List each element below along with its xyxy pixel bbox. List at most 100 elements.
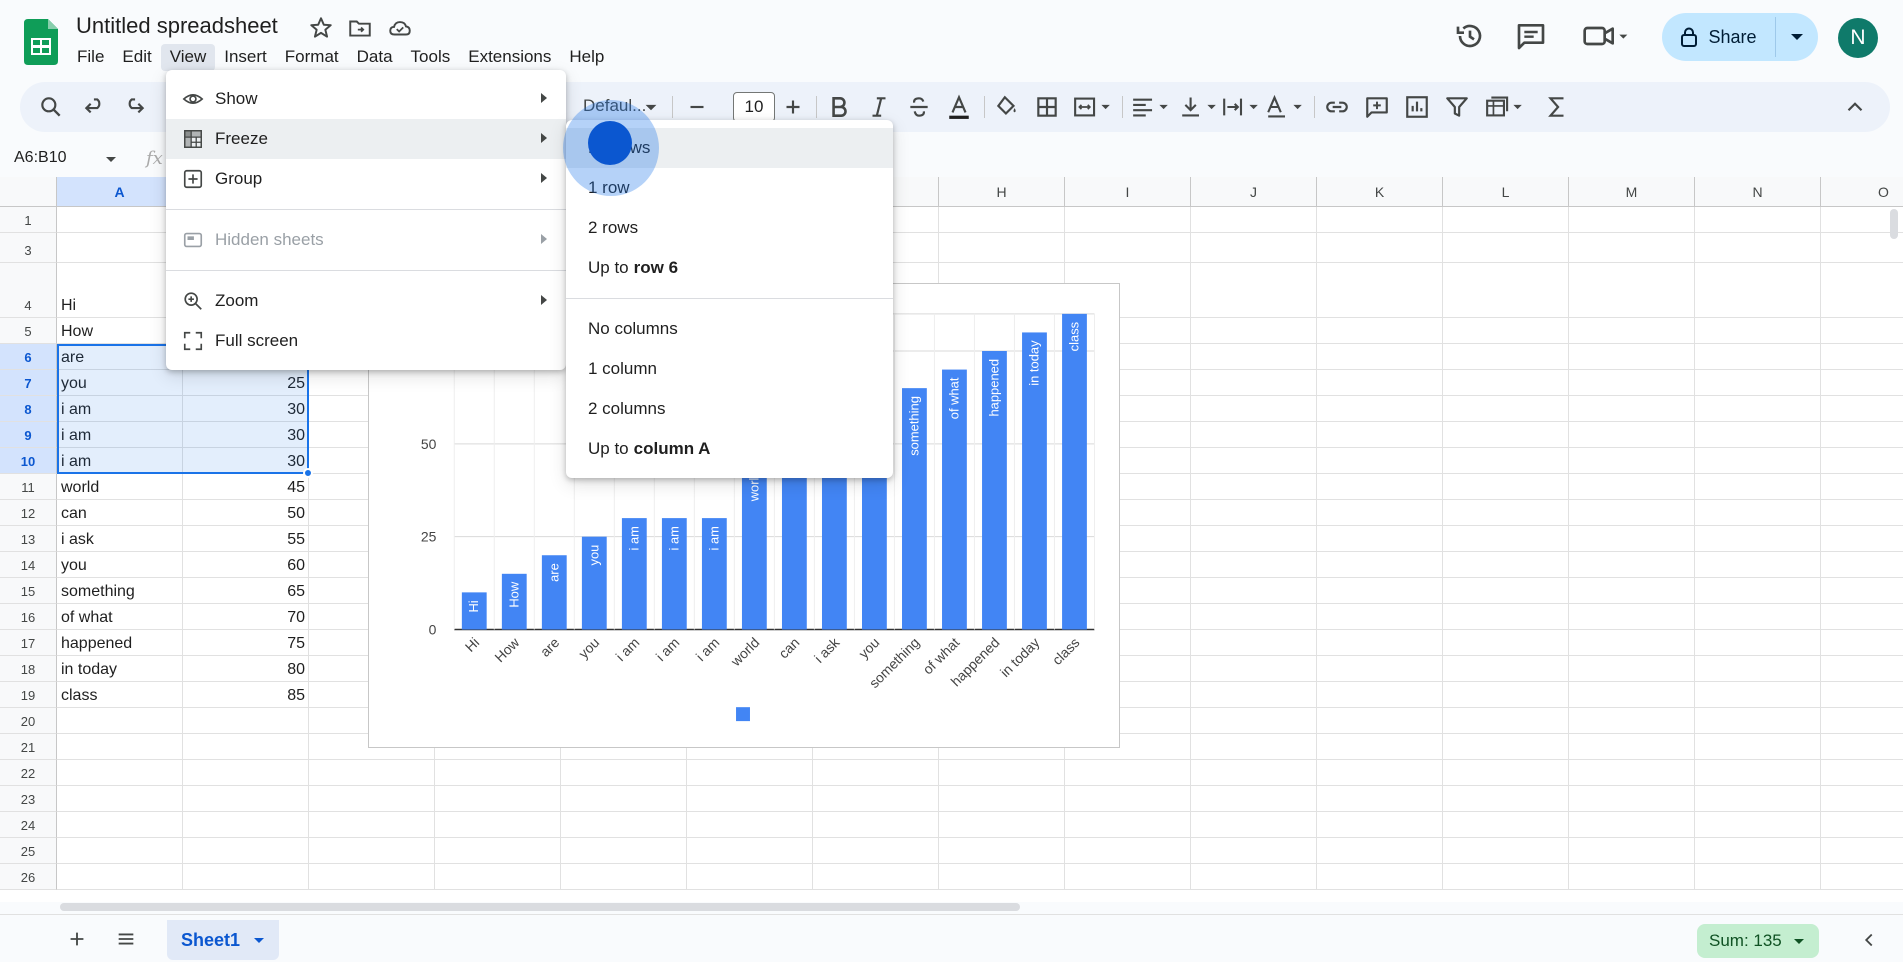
cloud-saved-icon[interactable] [387, 15, 413, 41]
insert-chart-icon[interactable] [1404, 94, 1430, 120]
row-header[interactable]: 8 [0, 396, 57, 422]
cell-b15[interactable]: 65 [183, 578, 309, 604]
merge-cells-icon[interactable] [1072, 94, 1114, 120]
filter-icon[interactable] [1444, 94, 1470, 120]
freeze-1-column[interactable]: 1 column [566, 349, 893, 389]
cell-b12[interactable]: 50 [183, 500, 309, 526]
row-header[interactable]: 5 [0, 318, 57, 344]
sum-explore-chip[interactable]: Sum: 135 [1697, 924, 1819, 958]
cell-a16[interactable]: of what [57, 604, 183, 630]
row-header[interactable]: 24 [0, 812, 57, 838]
sheet-options-chevron-icon[interactable] [252, 933, 266, 947]
cell-b17[interactable]: 75 [183, 630, 309, 656]
freeze-up-to-row[interactable]: Up to row 6 [566, 248, 893, 288]
version-history-icon[interactable] [1454, 20, 1486, 52]
menu-format[interactable]: Format [276, 44, 348, 71]
cell-b13[interactable]: 55 [183, 526, 309, 552]
cell-b14[interactable]: 60 [183, 552, 309, 578]
row-header[interactable]: 21 [0, 734, 57, 760]
menu-tools[interactable]: Tools [402, 44, 460, 71]
menu-extensions[interactable]: Extensions [459, 44, 560, 71]
bold-icon[interactable] [826, 94, 852, 120]
search-menus-icon[interactable] [38, 94, 64, 120]
side-panel-collapse-icon[interactable] [1858, 929, 1880, 951]
text-color-icon[interactable] [946, 94, 972, 120]
document-title[interactable]: Untitled spreadsheet [76, 13, 278, 39]
cell-a11[interactable]: world [57, 474, 183, 500]
row-header[interactable]: 12 [0, 500, 57, 526]
filter-views-icon[interactable] [1484, 94, 1526, 120]
redo-icon[interactable] [121, 94, 147, 120]
row-header[interactable]: 9 [0, 422, 57, 448]
text-rotation-icon[interactable] [1264, 94, 1306, 120]
italic-icon[interactable] [866, 94, 892, 120]
cell-a17[interactable]: happened [57, 630, 183, 656]
column-header[interactable]: A [57, 177, 183, 207]
select-all-corner[interactable] [0, 177, 57, 207]
row-header[interactable]: 25 [0, 838, 57, 864]
account-avatar[interactable]: N [1838, 18, 1878, 58]
menu-edit[interactable]: Edit [113, 44, 160, 71]
comments-icon[interactable] [1515, 20, 1547, 52]
cell-b16[interactable]: 70 [183, 604, 309, 630]
column-header[interactable]: N [1695, 177, 1821, 207]
sheets-logo-icon[interactable] [24, 19, 58, 65]
column-header[interactable]: L [1443, 177, 1569, 207]
insert-comment-icon[interactable] [1364, 94, 1390, 120]
all-sheets-menu-icon[interactable] [114, 928, 138, 950]
fill-color-icon[interactable] [994, 94, 1020, 120]
share-options-chevron-icon[interactable] [1776, 13, 1818, 61]
collapse-toolbar-chevron-icon[interactable] [1842, 94, 1868, 120]
share-button[interactable]: Share [1662, 13, 1775, 61]
row-header[interactable]: 11 [0, 474, 57, 500]
freeze-up-to-column[interactable]: Up to column A [566, 429, 893, 469]
row-header[interactable]: 3 [0, 233, 57, 263]
row-header[interactable]: 13 [0, 526, 57, 552]
row-header[interactable]: 17 [0, 630, 57, 656]
chart-legend-swatch[interactable] [736, 707, 750, 722]
increase-font-size-icon[interactable] [780, 94, 806, 120]
insert-link-icon[interactable] [1324, 94, 1350, 120]
row-header[interactable]: 4 [0, 263, 57, 318]
row-header[interactable]: 15 [0, 578, 57, 604]
name-box[interactable]: A6:B10 [14, 149, 66, 167]
text-wrapping-icon[interactable] [1220, 94, 1262, 120]
row-header[interactable]: 18 [0, 656, 57, 682]
undo-icon[interactable] [82, 94, 108, 120]
cell-a4[interactable]: Hi [57, 263, 183, 318]
cell-a12[interactable]: can [57, 500, 183, 526]
row-header[interactable]: 16 [0, 604, 57, 630]
row-header[interactable]: 1 [0, 207, 57, 233]
sheet-tab-sheet1[interactable]: Sheet1 [167, 920, 279, 960]
horizontal-scrollbar[interactable] [60, 903, 1020, 911]
horizontal-align-icon[interactable] [1130, 94, 1172, 120]
meet-video-icon[interactable] [1582, 20, 1630, 52]
column-header[interactable]: M [1569, 177, 1695, 207]
cell-a18[interactable]: in today [57, 656, 183, 682]
cell-b11[interactable]: 45 [183, 474, 309, 500]
menu-file[interactable]: File [68, 44, 113, 71]
cell-a14[interactable]: you [57, 552, 183, 578]
cell-a19[interactable]: class [57, 682, 183, 708]
functions-icon[interactable] [1544, 94, 1570, 120]
view-menu-item-group[interactable]: Group [166, 159, 566, 199]
view-menu-item-freeze[interactable]: Freeze [166, 119, 566, 159]
row-header[interactable]: 23 [0, 786, 57, 812]
freeze-2-rows[interactable]: 2 rows [566, 208, 893, 248]
cell-b18[interactable]: 80 [183, 656, 309, 682]
view-menu-item-full-screen[interactable]: Full screen [166, 321, 566, 361]
add-sheet-icon[interactable] [66, 928, 88, 950]
cell-b19[interactable]: 85 [183, 682, 309, 708]
move-folder-icon[interactable] [347, 15, 373, 41]
chart-bar[interactable] [1062, 313, 1087, 630]
vertical-align-icon[interactable] [1178, 94, 1220, 120]
vertical-scrollbar[interactable] [1890, 209, 1898, 239]
borders-icon[interactable] [1034, 94, 1060, 120]
selection-fill-handle[interactable] [303, 468, 313, 478]
strikethrough-icon[interactable] [906, 94, 932, 120]
column-header[interactable]: H [939, 177, 1065, 207]
column-header[interactable]: O [1821, 177, 1903, 207]
view-menu-item-zoom[interactable]: Zoom [166, 281, 566, 321]
row-header[interactable]: 10 [0, 448, 57, 474]
view-menu-item-show[interactable]: Show [166, 79, 566, 119]
